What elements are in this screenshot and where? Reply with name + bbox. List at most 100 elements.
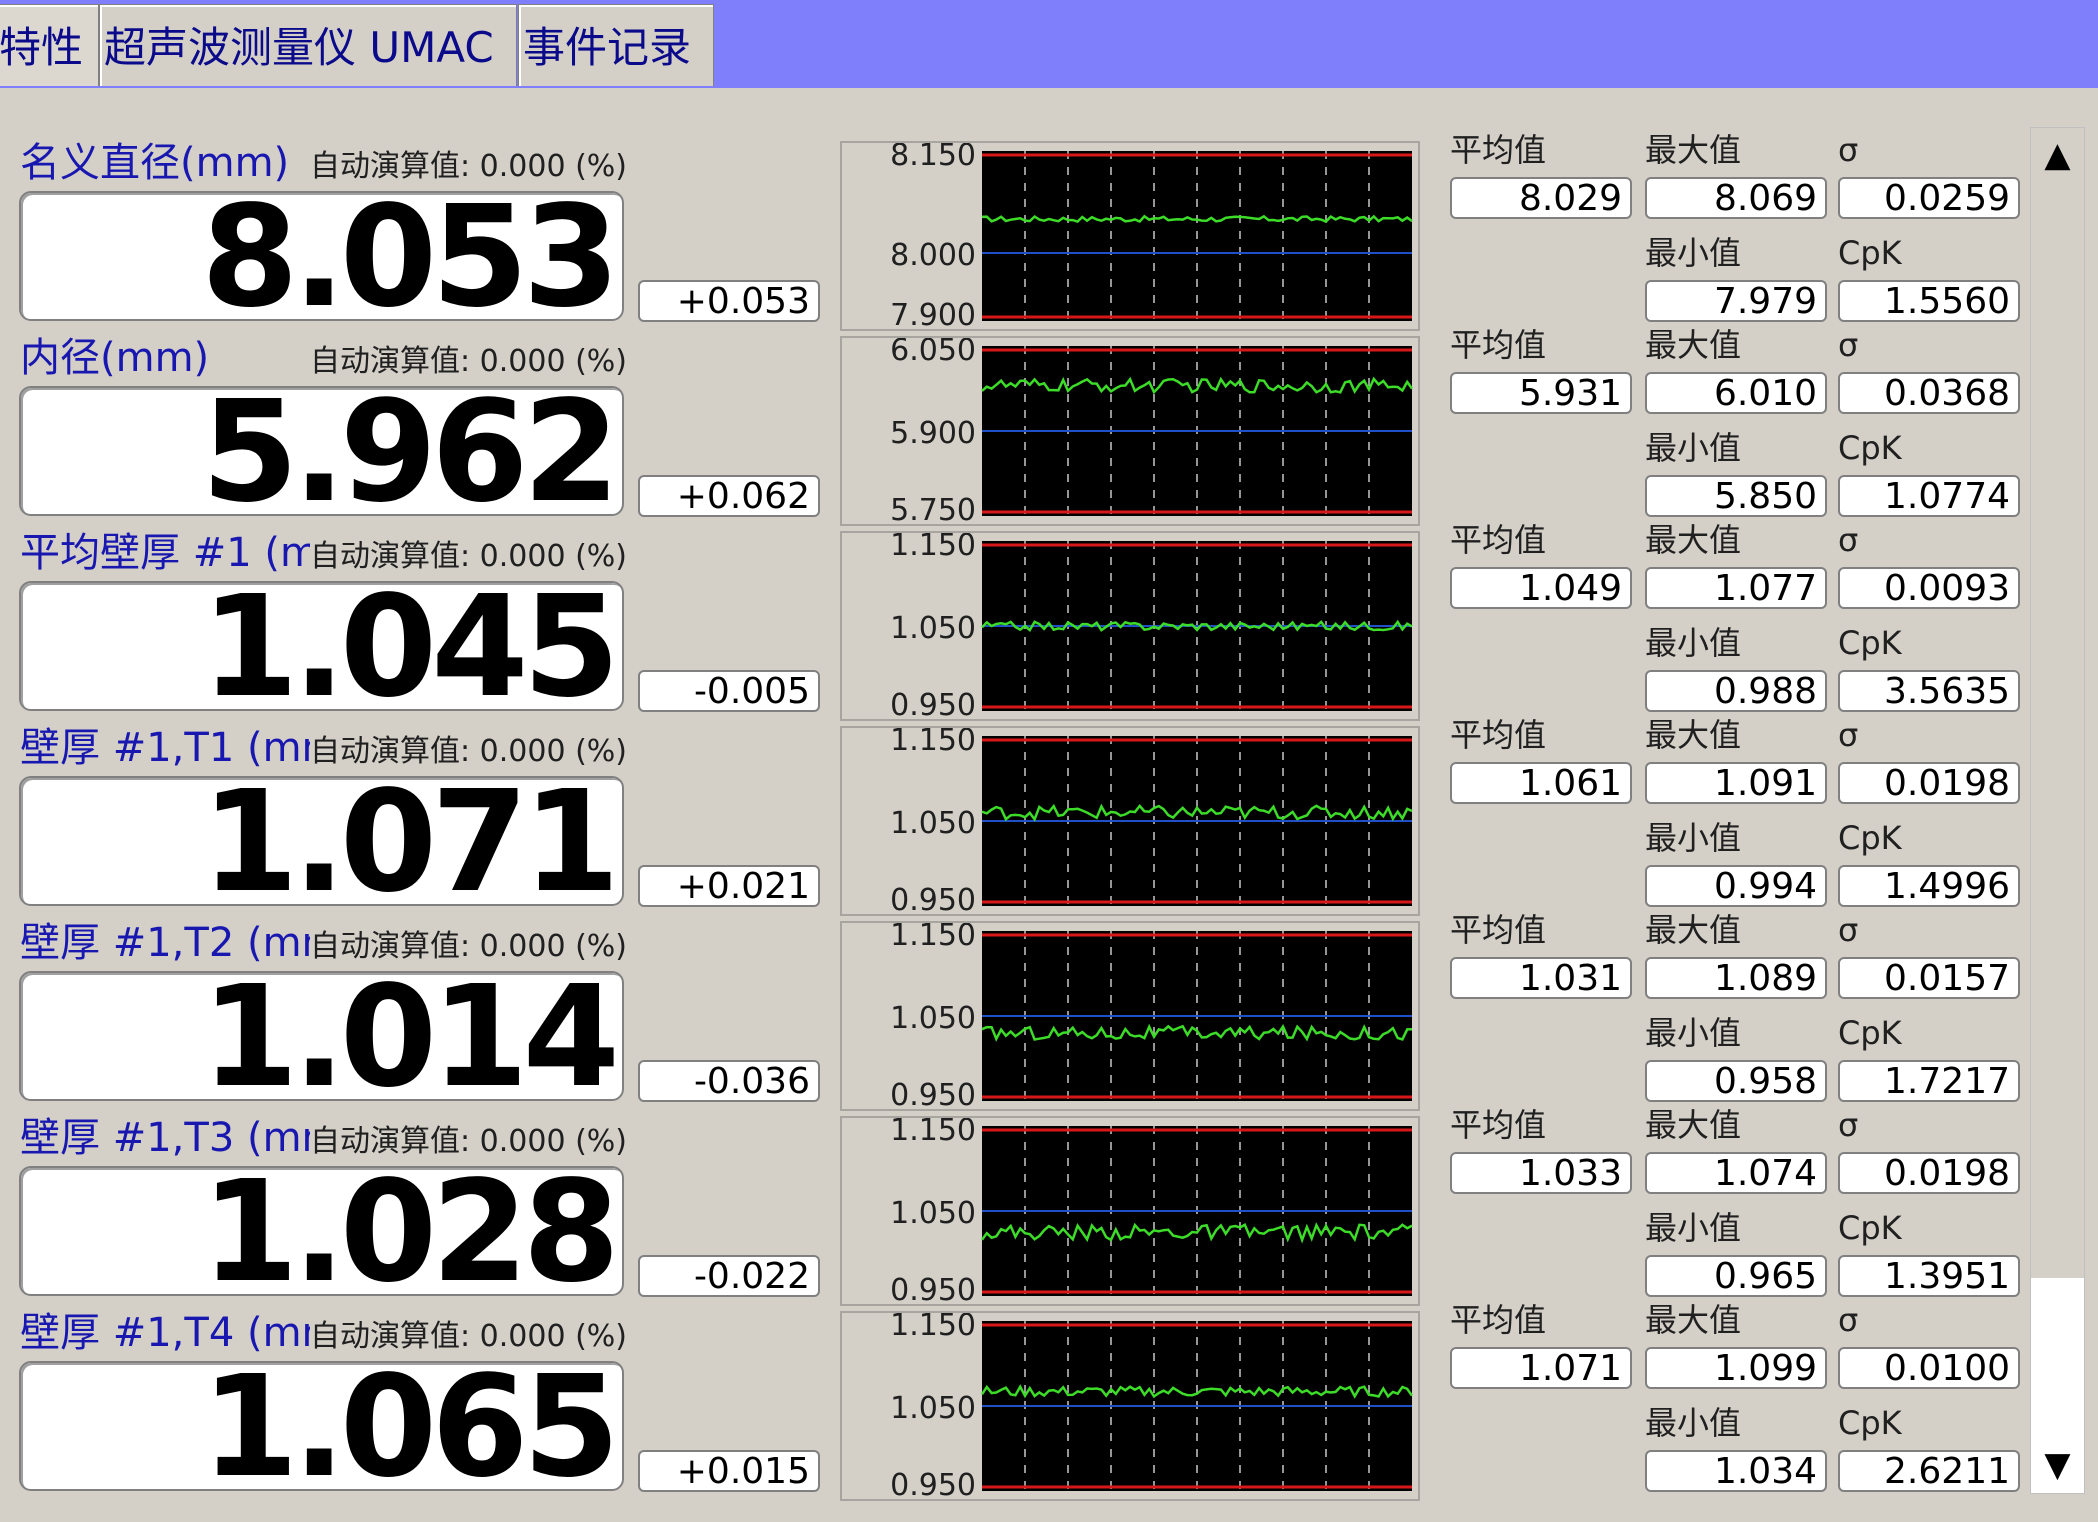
measurement-row: 壁厚 #1,T1 (mm)自动演算值: 0.000 (%)1.071+0.021… (0, 716, 2035, 918)
max-value: 1.089 (1645, 957, 1827, 999)
max-value: 6.010 (1645, 372, 1827, 414)
chart-tick-label: 0.950 (890, 1078, 976, 1109)
cpk-label: CpK (1838, 624, 1902, 662)
cpk-label: CpK (1838, 429, 1902, 467)
measurement-value-box: 1.014 (19, 965, 624, 1111)
mean-label: 平均值 (1450, 131, 1547, 169)
chart-tick-label: 1.150 (890, 728, 976, 758)
deviation-value: -0.005 (638, 670, 820, 712)
cpk-value: 1.7217 (1838, 1060, 2020, 1102)
trend-chart-svg: 1.150 1.050 0.950 (890, 533, 1413, 719)
sigma-label: σ (1838, 131, 1859, 169)
measurement-value: 1.045 (201, 566, 620, 729)
cpk-value: 1.0774 (1838, 475, 2020, 517)
max-value: 1.091 (1645, 762, 1827, 804)
chart-tick-label: 8.150 (890, 143, 976, 173)
sigma-label: σ (1838, 326, 1859, 364)
deviation-value: +0.021 (638, 865, 820, 907)
measurement-row: 名义直径(mm) 自动演算值: 0.000 (%) 8.053 +0.053 8.150… (0, 131, 2035, 339)
tab-event-log[interactable]: 事件记录 (518, 4, 714, 86)
cpk-value: 1.4996 (1838, 865, 2020, 907)
max-value: 1.099 (1645, 1347, 1827, 1389)
trend-chart-svg: 8.150 8.000 7.900 (890, 143, 1413, 329)
measurement-value: 8.053 (201, 176, 620, 339)
mean-value: 1.061 (1450, 762, 1632, 804)
max-value: 1.074 (1645, 1152, 1827, 1194)
chart-tick-label: 1.050 (890, 1001, 976, 1036)
mean-label: 平均值 (1450, 326, 1547, 364)
mean-value: 1.049 (1450, 567, 1632, 609)
min-value: 0.994 (1645, 865, 1827, 907)
chart-tick-label: 1.050 (890, 806, 976, 841)
trend-chart: 1.150 1.050 0.950 (840, 1311, 1420, 1501)
max-label: 最大值 (1645, 1301, 1742, 1339)
deviation-value: -0.036 (638, 1060, 820, 1102)
sigma-label: σ (1838, 911, 1859, 949)
max-label: 最大值 (1645, 716, 1742, 754)
tab-characteristics[interactable]: 特性 (0, 4, 99, 86)
trend-chart-svg: 1.150 1.050 0.950 (890, 1313, 1414, 1499)
measurement-value-box: 5.962 (19, 380, 624, 526)
chart-tick-label: 0.950 (890, 1468, 976, 1499)
measurement-value: 1.071 (201, 761, 620, 924)
sigma-label: σ (1838, 521, 1859, 559)
tab-label: 特性 (0, 23, 84, 72)
mean-value: 1.033 (1450, 1152, 1632, 1194)
measurement-value: 1.028 (201, 1151, 620, 1314)
mean-label: 平均值 (1450, 1106, 1547, 1144)
trend-chart-svg: 1.150 1.050 0.950 (890, 1118, 1413, 1304)
mean-label: 平均值 (1450, 521, 1547, 559)
cpk-value: 1.3951 (1838, 1255, 2020, 1297)
mean-value: 5.931 (1450, 372, 1632, 414)
cpk-value: 2.6211 (1838, 1450, 2020, 1492)
min-value: 0.958 (1645, 1060, 1827, 1102)
measurement-row: 壁厚 #1,T3 (mm)自动演算值: 0.000 (%)1.028-0.022… (0, 1106, 2035, 1314)
cpk-label: CpK (1838, 1209, 1902, 1247)
measurement-value: 1.014 (201, 956, 620, 1119)
cpk-label: CpK (1838, 1404, 1902, 1442)
vertical-scrollbar[interactable]: ▲ ▼ (2030, 127, 2085, 1494)
chart-tick-label: 1.150 (890, 1118, 976, 1148)
chart-tick-label: 1.050 (890, 1391, 976, 1426)
sigma-value: 0.0093 (1838, 567, 2020, 609)
chart-tick-label: 1.150 (890, 533, 976, 563)
chart-tick-label: 1.150 (890, 923, 976, 953)
max-label: 最大值 (1645, 326, 1742, 364)
deviation-value: +0.015 (638, 1450, 820, 1492)
measurement-value-box: 1.065 (19, 1355, 624, 1501)
measurement-row: 壁厚 #1,T2 (mm)自动演算值: 0.000 (%)1.014-0.036… (0, 911, 2035, 1113)
mean-label: 平均值 (1450, 1301, 1547, 1339)
chart-tick-label: 0.950 (890, 1273, 976, 1304)
max-value: 8.069 (1645, 177, 1827, 219)
sigma-value: 0.0368 (1838, 372, 2020, 414)
tab-ultrasonic-umac[interactable]: 超声波测量仪 UMAC (99, 4, 517, 86)
scroll-up-icon[interactable]: ▲ (2031, 128, 2084, 183)
min-value: 5.850 (1645, 475, 1827, 517)
scrollbar-track[interactable] (2031, 128, 2084, 1278)
min-value: 0.965 (1645, 1255, 1827, 1297)
min-label: 最小值 (1645, 624, 1742, 662)
measurement-value-box: 1.045 (19, 575, 624, 721)
max-value: 1.077 (1645, 567, 1827, 609)
trend-chart: 1.150 1.050 0.950 (840, 726, 1420, 916)
tab-label: 事件记录 (523, 23, 692, 72)
min-label: 最小值 (1645, 819, 1742, 857)
chart-tick-label: 1.150 (890, 1313, 976, 1343)
sigma-value: 0.0259 (1838, 177, 2020, 219)
trend-chart: 1.150 1.050 0.950 (840, 531, 1420, 721)
measurement-value-box: 1.071 (19, 770, 624, 916)
deviation-value: -0.022 (638, 1255, 820, 1297)
mean-value: 1.071 (1450, 1347, 1632, 1389)
measurement-row: 内径(mm) 自动演算值: 0.000 (%) 5.962 +0.062 6.050 5.… (0, 326, 2035, 528)
trend-chart-svg: 6.050 5.900 5.750 (890, 338, 1414, 524)
min-value: 7.979 (1645, 280, 1827, 322)
scroll-down-icon[interactable]: ▼ (2031, 1438, 2084, 1493)
min-value: 0.988 (1645, 670, 1827, 712)
max-label: 最大值 (1645, 1106, 1742, 1144)
deviation-value: +0.062 (638, 475, 820, 517)
mean-label: 平均值 (1450, 716, 1547, 754)
min-label: 最小值 (1645, 1209, 1742, 1247)
deviation-value: +0.053 (638, 280, 820, 322)
trend-chart: 1.150 1.050 0.950 (840, 921, 1420, 1111)
tab-label: 超声波测量仪 UMAC (104, 23, 494, 72)
